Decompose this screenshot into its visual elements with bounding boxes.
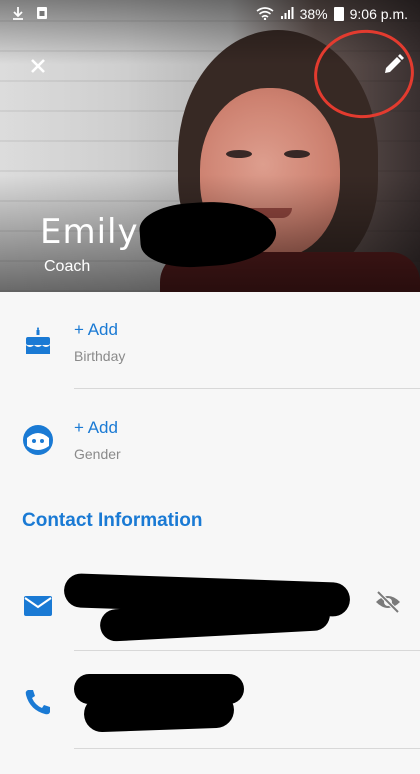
email-row[interactable] xyxy=(0,570,420,651)
divider xyxy=(74,388,420,389)
gender-row[interactable]: + Add Gender xyxy=(0,408,420,490)
divider xyxy=(74,748,420,749)
close-icon xyxy=(31,59,45,73)
download-icon xyxy=(12,6,24,23)
status-right: 38% 9:06 p.m. xyxy=(256,6,408,23)
eye-off-icon[interactable] xyxy=(374,588,402,616)
phone-row[interactable] xyxy=(0,664,420,749)
profile-role: Coach xyxy=(44,258,91,275)
battery-icon xyxy=(333,7,344,21)
status-left xyxy=(12,6,48,23)
profile-name: Emily xyxy=(40,212,139,252)
status-bar: 38% 9:06 p.m. xyxy=(0,0,420,28)
wifi-icon xyxy=(256,6,274,23)
birthday-row[interactable]: + Add Birthday xyxy=(0,310,420,392)
cake-icon xyxy=(22,326,54,358)
gender-label: Gender xyxy=(74,446,121,462)
signal-icon xyxy=(280,6,294,23)
redaction-mark xyxy=(83,691,235,733)
email-icon xyxy=(22,590,54,622)
close-button[interactable] xyxy=(22,50,54,82)
status-time: 9:06 p.m. xyxy=(349,6,408,22)
add-birthday-link[interactable]: + Add xyxy=(74,320,118,340)
battery-percent: 38% xyxy=(299,6,328,22)
contact-section-title: Contact Information xyxy=(22,510,203,531)
phone-icon xyxy=(22,686,54,718)
face-icon xyxy=(22,424,54,456)
divider xyxy=(74,650,420,651)
add-gender-link[interactable]: + Add xyxy=(74,418,118,438)
birthday-label: Birthday xyxy=(74,348,126,364)
sim-icon xyxy=(36,6,48,23)
